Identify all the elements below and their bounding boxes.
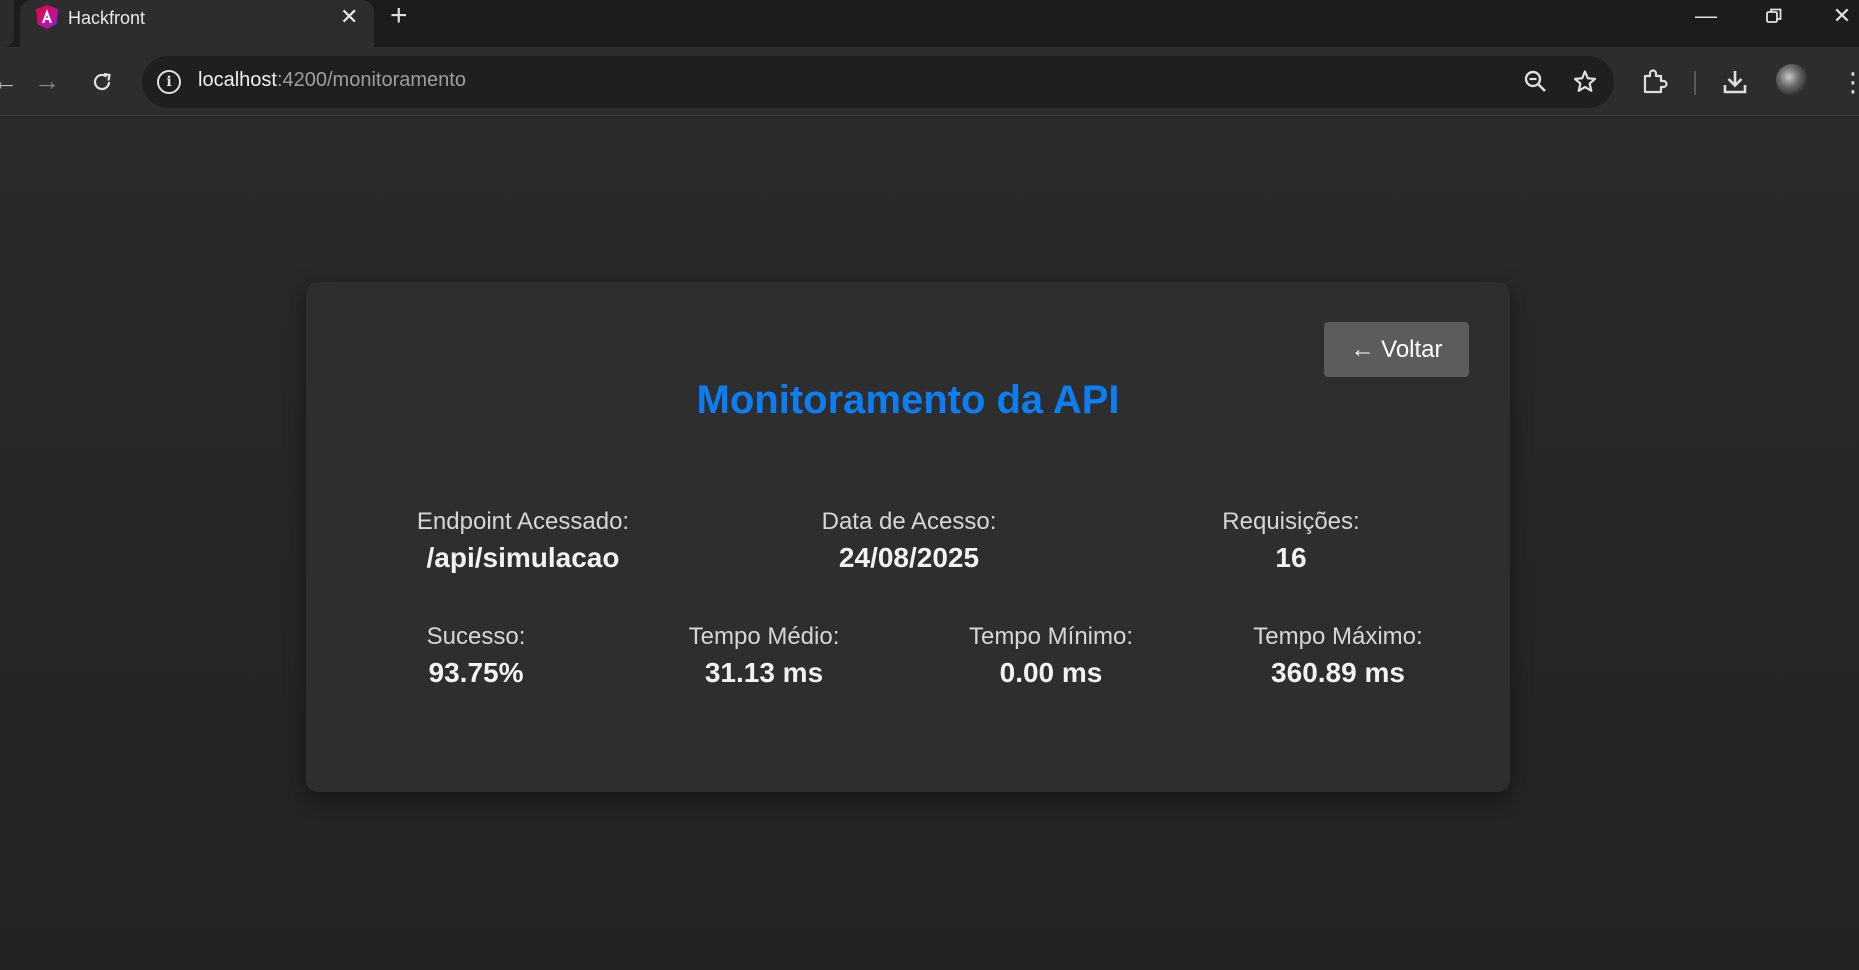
- stat-min-time: Tempo Mínimo: 0.00 ms: [901, 623, 1201, 689]
- page-title: Monitoramento da API: [696, 378, 1120, 422]
- back-button[interactable]: ← Voltar: [1324, 322, 1469, 377]
- bookmark-star-icon[interactable]: [1571, 68, 1599, 96]
- new-tab-icon[interactable]: +: [390, 1, 408, 31]
- toolbar-separator: [1694, 71, 1696, 95]
- profile-avatar[interactable]: [1776, 64, 1808, 96]
- stat-value: 31.13 ms: [704, 657, 824, 688]
- site-info-icon[interactable]: i: [157, 70, 181, 94]
- tab-close-icon[interactable]: ✕: [340, 4, 358, 30]
- stat-value: 24/08/2025: [838, 542, 980, 573]
- stat-requests: Requisições: 16: [1141, 508, 1441, 574]
- url-host: localhost: [198, 69, 277, 91]
- stat-value: /api/simulacao: [426, 542, 620, 573]
- monitoring-card: ← Voltar Monitoramento da API Endpoint A…: [306, 282, 1510, 792]
- tab-title: Hackfront: [68, 8, 146, 28]
- browser-tab-bar: Hackfront ✕ + — ✕: [0, 0, 1859, 47]
- stat-label: Tempo Máximo:: [1253, 623, 1423, 650]
- download-icon[interactable]: [1720, 67, 1750, 97]
- stat-label: Requisições:: [1222, 508, 1360, 535]
- stat-avg-time: Tempo Médio: 31.13 ms: [614, 623, 914, 689]
- stat-value: 93.75%: [428, 657, 524, 688]
- stat-max-time: Tempo Máximo: 360.89 ms: [1188, 623, 1488, 689]
- stat-success: Sucesso: 93.75%: [326, 623, 626, 689]
- url-path: :4200/monitoramento: [276, 69, 466, 91]
- address-bar[interactable]: i localhost:4200/monitoramento: [142, 56, 1614, 108]
- browser-tab-active[interactable]: Hackfront ✕: [20, 0, 374, 47]
- url-text[interactable]: localhost:4200/monitoramento: [198, 69, 466, 92]
- zoom-icon[interactable]: [1522, 68, 1550, 96]
- close-window-icon[interactable]: ✕: [1822, 2, 1859, 30]
- page-background: ← Voltar Monitoramento da API Endpoint A…: [0, 117, 1859, 970]
- stat-label: Endpoint Acessado:: [416, 508, 630, 535]
- stat-label: Tempo Mínimo:: [968, 623, 1134, 650]
- stat-value: 16: [1275, 542, 1307, 573]
- stat-value: 0.00 ms: [999, 657, 1103, 688]
- reload-icon[interactable]: [85, 65, 119, 99]
- browser-toolbar: ← → i localhost:4200/monitoramento ⋮: [0, 47, 1859, 116]
- angular-logo-icon: [36, 5, 58, 29]
- previous-tab-edge[interactable]: [0, 0, 14, 47]
- extensions-puzzle-icon[interactable]: [1640, 67, 1670, 97]
- forward-arrow-icon[interactable]: →: [30, 65, 64, 99]
- restore-icon[interactable]: [1754, 2, 1794, 32]
- stat-access-date: Data de Acesso: 24/08/2025: [759, 508, 1059, 574]
- menu-kebab-icon[interactable]: ⋮: [1840, 67, 1859, 97]
- stat-value: 360.89 ms: [1271, 657, 1405, 688]
- back-arrow-icon[interactable]: ←: [0, 65, 22, 99]
- stat-endpoint: Endpoint Acessado: /api/simulacao: [373, 508, 673, 574]
- stat-label: Data de Acesso:: [821, 508, 997, 535]
- minimize-icon[interactable]: —: [1686, 2, 1726, 30]
- stat-label: Sucesso:: [426, 623, 526, 650]
- stat-label: Tempo Médio:: [688, 623, 840, 650]
